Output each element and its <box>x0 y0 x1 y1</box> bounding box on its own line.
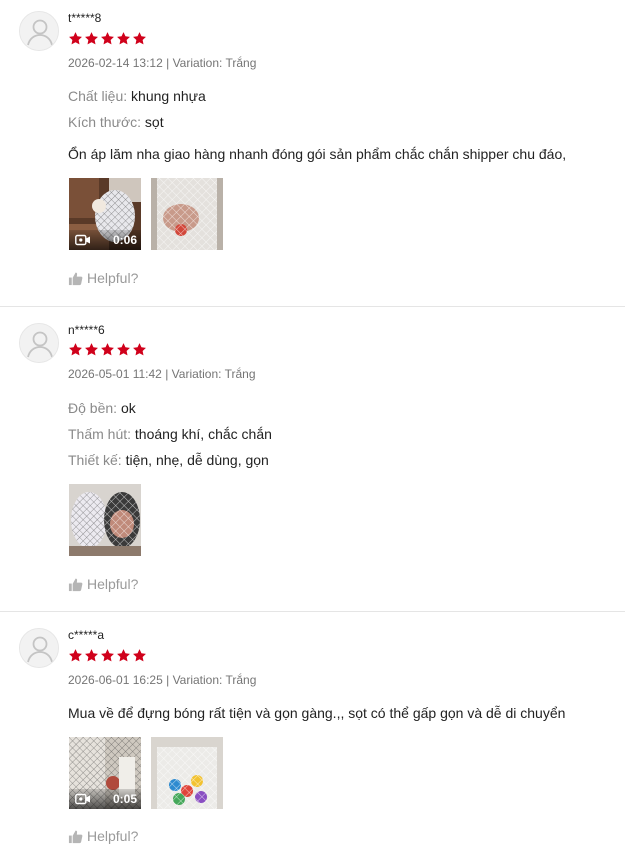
avatar[interactable] <box>19 628 59 668</box>
helpful-button[interactable]: Helpful? <box>68 828 138 844</box>
review-datetime: 2026-05-01 11:42 <box>68 367 162 381</box>
username: n*****6 <box>68 323 105 337</box>
review-video-thumbnail[interactable]: 0:06 <box>69 178 141 250</box>
review-image-thumbnail[interactable] <box>69 484 141 556</box>
review-attribute: Chất liệu: khung nhựa <box>68 88 206 104</box>
user-icon <box>20 629 59 668</box>
star-icon <box>132 648 147 663</box>
review-attribute: Thấm hút: thoáng khí, chắc chắn <box>68 426 272 442</box>
attribute-value: thoáng khí, chắc chắn <box>134 426 272 442</box>
avatar[interactable] <box>19 11 59 51</box>
username: t*****8 <box>68 11 102 25</box>
star-icon <box>84 31 99 46</box>
thumbs-up-icon <box>68 829 83 844</box>
meta-separator: | <box>165 367 169 381</box>
review-image-thumbnail[interactable] <box>151 178 223 250</box>
attribute-key: Chất liệu: <box>68 88 128 104</box>
variation-label: Variation: <box>171 367 222 381</box>
variation-label: Variation: <box>172 673 223 687</box>
helpful-label: Helpful? <box>87 828 139 844</box>
helpful-button[interactable]: Helpful? <box>68 576 138 592</box>
attribute-key: Độ bền: <box>68 400 118 416</box>
review-meta: 2026-05-01 11:42 | Variation: Trắng <box>68 367 256 381</box>
review-attribute: Kích thước: sọt <box>68 114 164 130</box>
review-photo <box>69 484 141 556</box>
review-item: n*****6 2026-05-01 11:42 | Variation: Tr… <box>0 307 625 611</box>
avatar[interactable] <box>19 323 59 363</box>
attribute-value: ok <box>120 400 136 416</box>
star-icon <box>132 342 147 357</box>
review-photo <box>151 737 223 809</box>
attribute-key: Kích thước: <box>68 114 142 130</box>
video-duration: 0:05 <box>112 792 137 806</box>
review-datetime: 2026-02-14 13:12 <box>68 56 163 70</box>
variation-value: Trắng <box>225 56 257 70</box>
user-icon <box>20 324 59 363</box>
star-icon <box>116 342 131 357</box>
review-attribute: Độ bền: ok <box>68 400 136 416</box>
star-icon <box>100 342 115 357</box>
username: c*****a <box>68 628 105 642</box>
thumbs-up-icon <box>68 271 83 286</box>
rating-stars <box>68 342 147 357</box>
video-duration: 0:06 <box>112 233 137 247</box>
helpful-label: Helpful? <box>87 270 139 286</box>
review-item: t*****8 2026-02-14 13:12 | Variation: Tr… <box>0 0 625 306</box>
attribute-value: khung nhựa <box>131 88 206 104</box>
attribute-value: tiện, nhẹ, dễ dùng, gọn <box>125 452 269 468</box>
video-camera-icon <box>75 793 91 805</box>
review-meta: 2026-02-14 13:12 | Variation: Trắng <box>68 56 256 70</box>
video-overlay: 0:05 <box>69 789 141 809</box>
star-icon <box>68 31 83 46</box>
variation-value: Trắng <box>225 673 257 687</box>
star-icon <box>84 648 99 663</box>
star-icon <box>116 31 131 46</box>
user-icon <box>20 12 59 51</box>
rating-stars <box>68 648 147 663</box>
review-image-thumbnail[interactable] <box>151 737 223 809</box>
review-attribute: Thiết kế: tiện, nhẹ, dễ dùng, gọn <box>68 452 269 468</box>
star-icon <box>68 648 83 663</box>
attribute-key: Thấm hút: <box>68 426 132 442</box>
review-comment: Ổn áp lăm nha giao hàng nhanh đóng gói s… <box>68 146 567 162</box>
attribute-key: Thiết kế: <box>68 452 122 468</box>
video-camera-icon <box>75 234 91 246</box>
thumbs-up-icon <box>68 577 83 592</box>
star-icon <box>84 342 99 357</box>
rating-stars <box>68 31 147 46</box>
helpful-label: Helpful? <box>87 576 139 592</box>
star-icon <box>68 342 83 357</box>
helpful-button[interactable]: Helpful? <box>68 270 138 286</box>
star-icon <box>132 31 147 46</box>
review-video-thumbnail[interactable]: 0:05 <box>69 737 141 809</box>
video-overlay: 0:06 <box>69 230 141 250</box>
review-comment: Mua về để đựng bóng rất tiện và gọn gàng… <box>68 705 566 721</box>
attribute-value: sọt <box>144 114 164 130</box>
star-icon <box>100 31 115 46</box>
meta-separator: | <box>166 56 170 70</box>
variation-value: Trắng <box>224 367 256 381</box>
meta-separator: | <box>166 673 170 687</box>
review-datetime: 2026-06-01 16:25 <box>68 673 163 687</box>
review-meta: 2026-06-01 16:25 | Variation: Trắng <box>68 673 256 687</box>
review-item: c*****a 2026-06-01 16:25 | Variation: Tr… <box>0 612 625 865</box>
star-icon <box>116 648 131 663</box>
star-icon <box>100 648 115 663</box>
review-photo <box>151 178 223 250</box>
variation-label: Variation: <box>172 56 223 70</box>
